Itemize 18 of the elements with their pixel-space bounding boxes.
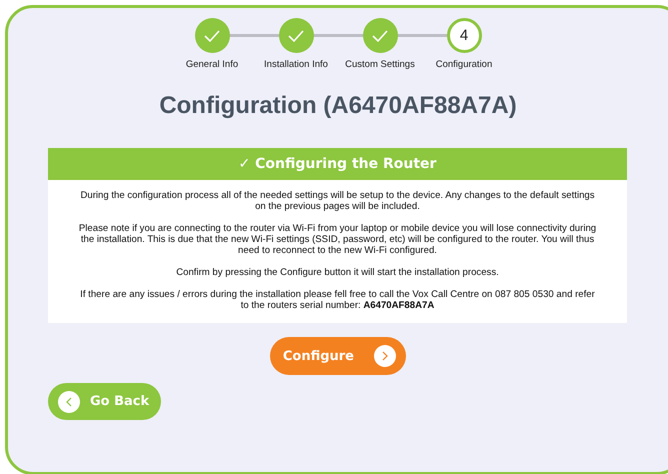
info-paragraph: If there are any issues / errors during the installation please fell free to call the Vox Call Centre on 087 805 0530 and refer to the routers serial number: A6470AF88A7A [79, 289, 596, 311]
page-title: Configuration (A6470AF88A7A) [158, 92, 518, 120]
go-back-button[interactable]: Go Back [48, 383, 162, 420]
step-label: Installation Info [264, 59, 328, 70]
step-label: Custom Settings [345, 59, 415, 70]
card-header: ✓ Configuring the Router [48, 148, 627, 180]
check-icon [371, 28, 389, 42]
step-label: Configuration [436, 59, 492, 70]
info-paragraph: During the configuration process all of the needed settings will be setup to the device. Any changes to the default settings on the previous pages will be included. [79, 190, 596, 212]
step-label: General Info [186, 59, 238, 70]
chevron-left-icon [65, 396, 73, 406]
check-icon [203, 28, 221, 42]
chevron-right-icon [381, 351, 389, 361]
info-paragraph: Confirm by pressing the Configure button it will start the installation process. [175, 267, 500, 278]
step-number: 4 [446, 18, 482, 53]
info-paragraph: Please note if you are connecting to the router via Wi-Fi from your laptop or mobile device you will lose connectivity during the installation. This is due that the new Wi-Fi settings (SSID, password, etc) will be configured to the router. You will thus need to reconnect to the new Wi-Fi configured. [78, 223, 598, 256]
configure-button[interactable]: Configure [270, 337, 406, 375]
check-icon [287, 28, 305, 42]
